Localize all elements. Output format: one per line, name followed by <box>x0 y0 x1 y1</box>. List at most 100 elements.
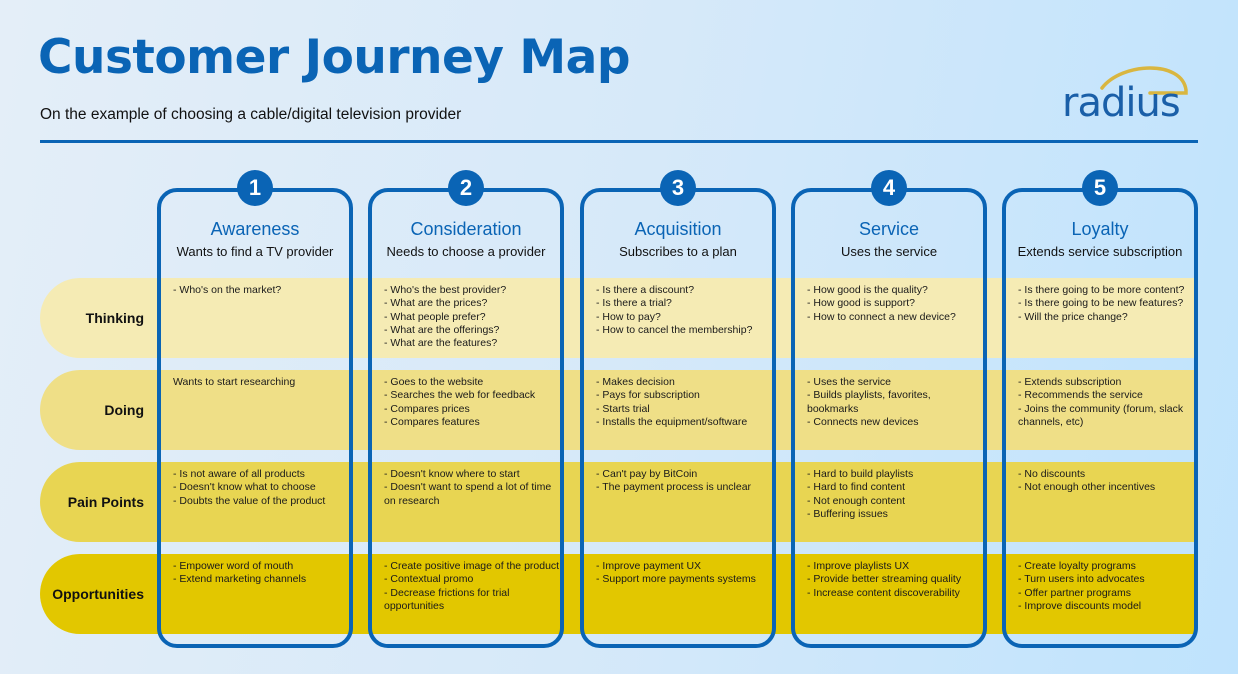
cell-opportunities: - Empower word of mouth - Extend marketin… <box>173 560 349 587</box>
cell-item: - Who's on the market? <box>173 284 282 296</box>
cell-pain-points: - Hard to build playlists - Hard to find … <box>807 468 983 521</box>
cell-opportunities: - Create loyalty programs - Turn users in… <box>1018 560 1194 613</box>
cell-item: - Compares prices <box>384 402 470 415</box>
cell-item: - Offer partner programs <box>1018 586 1132 599</box>
cell-thinking: - Who's the best provider? - What are the… <box>384 284 560 350</box>
stage-subtitle: Uses the service <box>840 244 938 259</box>
stage-title: Acquisition <box>634 219 722 239</box>
stage-title: Loyalty <box>1071 219 1129 239</box>
cell-item: - Decrease frictions for trial opportuni… <box>384 586 510 612</box>
cell-item: - Improve playlists UX <box>807 560 910 572</box>
stage-number-badge: 4 <box>871 170 907 206</box>
cell-thinking: - How good is the quality? - How good is … <box>807 284 983 324</box>
cell-item: - Installs the equipment/software <box>596 415 748 428</box>
cell-item: - Empower word of mouth <box>173 560 294 572</box>
cell-item: - Is there a discount? <box>596 284 695 296</box>
cell-item: - Will the price change? <box>1018 310 1128 323</box>
page-subtitle: On the example of choosing a cable/digit… <box>40 106 462 123</box>
stage-title: Awareness <box>210 219 300 239</box>
cell-opportunities: - Improve playlists UX - Provide better s… <box>807 560 983 600</box>
stage-subtitle: Wants to find a TV provider <box>176 244 334 259</box>
cell-doing: Wants to start researching <box>173 376 349 389</box>
cell-item: - What are the features? <box>384 337 498 350</box>
cell-item: - Is there going to be new features? <box>1018 297 1184 310</box>
cell-item: Wants to start researching <box>173 376 296 388</box>
cell-pain-points: - Is not aware of all products - Doesn't … <box>173 468 349 508</box>
cell-item: - Pays for subscription <box>596 389 700 402</box>
cell-item: - Goes to the website <box>384 376 484 388</box>
stage-title: Consideration <box>410 219 522 239</box>
cell-item: - Joins the community (forum, slack chan… <box>1018 402 1184 428</box>
stage-number-badge: 1 <box>237 170 273 206</box>
stage-title: Service <box>858 219 920 239</box>
stage-number-badge: 3 <box>660 170 696 206</box>
cell-thinking: - Who's on the market? <box>173 284 349 297</box>
cell-item: - Buffering issues <box>807 507 888 520</box>
cell-item: - What people prefer? <box>384 310 486 323</box>
cell-item: - Extend marketing channels <box>173 573 307 586</box>
cell-item: - Improve discounts model <box>1018 599 1142 612</box>
cell-item: - Create positive image of the product <box>384 560 560 572</box>
cell-item: - What are the offerings? <box>384 323 500 336</box>
cell-item: - Increase content discoverability <box>807 586 960 599</box>
cell-item: - Not enough content <box>807 494 906 507</box>
cell-item: - Contextual promo <box>384 573 474 586</box>
cell-item: - Is there going to be more content? <box>1018 284 1185 296</box>
cell-item: - Searches the web for feedback <box>384 389 536 402</box>
cell-thinking: - Is there going to be more content? - Is… <box>1018 284 1194 324</box>
cell-opportunities: - Improve payment UX - Support more payme… <box>596 560 772 587</box>
cell-item: - How good is support? <box>807 297 915 310</box>
cell-item: - How good is the quality? <box>807 284 928 296</box>
cell-item: - Uses the service <box>807 376 892 388</box>
cell-item: - Is there a trial? <box>596 297 672 310</box>
stage-number-badge: 5 <box>1082 170 1118 206</box>
stage-subtitle: Needs to choose a provider <box>386 244 546 259</box>
cell-item: - Not enough other incentives <box>1018 481 1156 494</box>
cell-doing: - Extends subscription - Recommends the s… <box>1018 376 1194 429</box>
cell-item: - Doesn't want to spend a lot of time on… <box>384 481 552 507</box>
cell-item: - Improve payment UX <box>596 560 702 572</box>
cell-item: - Can't pay by BitCoin <box>596 468 698 480</box>
cell-item: - How to connect a new device? <box>807 310 956 323</box>
cell-item: - Support more payments systems <box>596 573 756 586</box>
cell-item: - Builds playlists, favorites, bookmarks <box>807 389 931 415</box>
cell-doing: - Uses the service - Builds playlists, fa… <box>807 376 983 429</box>
cell-opportunities: - Create positive image of the product - … <box>384 560 560 613</box>
radius-logo: radius <box>1062 60 1202 128</box>
cell-item: - Recommends the service <box>1018 389 1143 402</box>
cell-item: - Doesn't know what to choose <box>173 481 316 494</box>
cell-item: - What are the prices? <box>384 297 488 310</box>
cell-pain-points: - Doesn't know where to start - Doesn't w… <box>384 468 560 508</box>
stage-subtitle: Extends service subscription <box>1017 244 1183 259</box>
cell-pain-points: - No discounts - Not enough other incenti… <box>1018 468 1194 495</box>
cell-item: - How to pay? <box>596 310 661 323</box>
cell-item: - Doesn't know where to start <box>384 468 520 480</box>
cell-item: - Provide better streaming quality <box>807 573 962 586</box>
row-label: Thinking <box>85 310 144 326</box>
header-divider <box>40 140 1198 143</box>
cell-item: - Create loyalty programs <box>1018 560 1136 572</box>
cell-item: - The payment process is unclear <box>596 481 752 494</box>
cell-item: - No discounts <box>1018 468 1086 480</box>
cell-thinking: - Is there a discount? - Is there a trial… <box>596 284 772 337</box>
cell-doing: - Goes to the website - Searches the web … <box>384 376 560 429</box>
row-label: Opportunities <box>52 586 144 602</box>
cell-item: - Hard to find content <box>807 481 906 494</box>
page-title: Customer Journey Map <box>38 30 630 85</box>
cell-item: - Extends subscription <box>1018 376 1122 388</box>
cell-item: - Hard to build playlists <box>807 468 914 480</box>
cell-item: - Compares features <box>384 415 480 428</box>
cell-doing: - Makes decision - Pays for subscription -… <box>596 376 772 429</box>
cell-item: - Makes decision <box>596 376 675 388</box>
row-label: Doing <box>104 402 144 418</box>
cell-item: - How to cancel the membership? <box>596 323 753 336</box>
cell-pain-points: - Can't pay by BitCoin - The payment proc… <box>596 468 772 495</box>
cell-item: - Doubts the value of the product <box>173 494 326 507</box>
cell-item: - Who's the best provider? <box>384 284 507 296</box>
row-label: Pain Points <box>67 494 144 510</box>
cell-item: - Starts trial <box>596 402 650 415</box>
stage-number-badge: 2 <box>448 170 484 206</box>
cell-item: - Is not aware of all products <box>173 468 305 480</box>
stage-subtitle: Subscribes to a plan <box>619 244 737 259</box>
logo-text: radius <box>1062 80 1181 126</box>
